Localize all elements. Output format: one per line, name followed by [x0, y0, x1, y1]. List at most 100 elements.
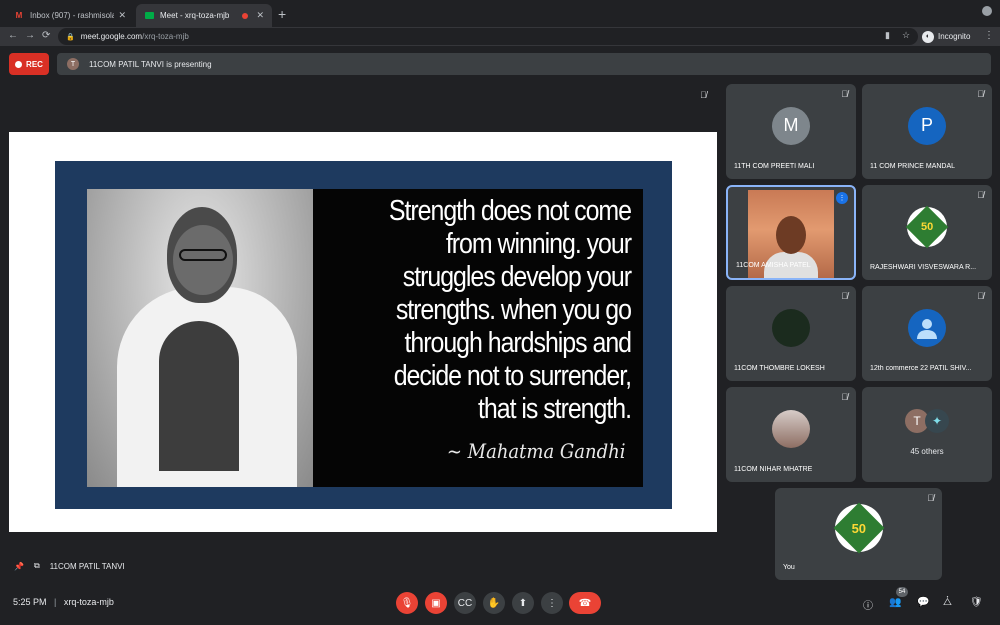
mic-toggle-button[interactable]: 🎙 — [396, 592, 418, 614]
mic-off-icon: 🎙̸ — [700, 90, 707, 100]
participant-name: 12th commerce 22 PATIL SHIV... — [870, 365, 972, 372]
back-icon[interactable]: ← — [8, 30, 18, 41]
quote-text: Strength does not come from winning. you… — [388, 195, 632, 425]
people-icon[interactable]: 👥 — [889, 597, 901, 608]
slide-frame: Strength does not come from winning. you… — [55, 161, 672, 509]
presenting-text: 11COM PATIL TANVI is presenting — [89, 59, 212, 69]
url-host: meet.google.com — [80, 32, 143, 41]
pin-icon[interactable]: 📌 — [14, 562, 24, 571]
mic-off-icon: 🎙̸ — [841, 89, 848, 99]
participant-tile[interactable]: 🎙̸ M 11TH COM PREETI MALI — [726, 84, 856, 179]
participant-tile[interactable]: 🎙̸ 12th commerce 22 PATIL SHIV... — [862, 286, 992, 381]
browser-menu-icon[interactable]: ⋮ — [984, 30, 994, 41]
present-screen-icon: ⧉ — [33, 561, 40, 570]
clock-time: 5:25 PM — [13, 597, 47, 607]
rec-label: REC — [26, 59, 43, 69]
photo-avatar — [772, 409, 810, 448]
tab-title: Meet - xrq-toza-mjb — [160, 11, 230, 20]
avatar: M — [772, 106, 810, 145]
tab-gmail[interactable]: M Inbox (907) - rashmisolanki@g ✕ — [6, 4, 134, 27]
captions-button[interactable]: CC — [454, 592, 476, 614]
participant-name: 11COM THOMBRE LOKESH — [734, 365, 825, 372]
default-user-avatar-icon — [908, 308, 946, 347]
avatar: P — [908, 106, 946, 145]
captions-icon: CC — [457, 597, 473, 609]
presenter-avatar: T — [67, 58, 79, 70]
browser-toolbar: ← → ⟳ 🔒 meet.google.com/xrq-toza-mjb ▮ ☆… — [0, 27, 1000, 46]
presenter-label: 📌 ⧉ 11COM PATIL TANVI — [14, 561, 135, 571]
camera-icon[interactable]: ▮ — [885, 30, 890, 41]
mic-off-icon: 🎙̸ — [977, 89, 984, 99]
participant-name: 11COM NIHAR MHATRE — [734, 466, 813, 473]
mic-off-icon: 🎙 — [400, 597, 414, 609]
camera-off-icon: ▣ — [431, 597, 441, 609]
meeting-info: 5:25 PM | xrq-toza-mjb — [13, 597, 114, 607]
present-icon: ⬆ — [518, 597, 528, 609]
participants-count-badge: 54 — [896, 587, 908, 597]
present-button[interactable]: ⬆ — [512, 592, 534, 614]
reload-icon[interactable]: ⟳ — [42, 30, 50, 41]
window-control-icon[interactable] — [982, 6, 992, 16]
participant-name: You — [783, 564, 795, 571]
new-tab-button[interactable]: + — [278, 6, 286, 22]
incognito-label: Incognito — [938, 32, 971, 41]
quote-author: ~ Mahatma Gandhi — [446, 439, 625, 463]
leave-call-button[interactable]: ☎ — [569, 592, 601, 614]
presentation-screen: Strength does not come from winning. you… — [9, 132, 717, 532]
more-vert-icon: ⋮ — [547, 597, 557, 609]
quote-image: Strength does not come from winning. you… — [87, 189, 643, 487]
school-logo-avatar: 50 — [833, 503, 884, 554]
more-options-button[interactable]: ⋮ — [541, 592, 563, 614]
incognito-indicator[interactable]: ◐ Incognito — [922, 29, 970, 44]
self-tile[interactable]: 🎙̸ 50 You — [775, 488, 942, 580]
browser-tab-bar: M Inbox (907) - rashmisolanki@g ✕ Meet -… — [0, 0, 1000, 27]
presenting-bar: T 11COM PATIL TANVI is presenting — [57, 53, 991, 75]
tab-title: Inbox (907) - rashmisolanki@g — [30, 11, 115, 20]
bookmark-star-icon[interactable]: ☆ — [902, 30, 910, 41]
presenter-name: 11COM PATIL TANVI — [49, 561, 125, 571]
forward-icon[interactable]: → — [25, 30, 35, 41]
participant-name: 11 COM PRINCE MANDAL — [870, 163, 956, 170]
mic-off-icon: 🎙̸ — [841, 392, 848, 402]
school-logo-avatar: 50 — [905, 205, 949, 249]
gandhi-photo — [87, 189, 313, 487]
close-tab-icon[interactable]: ✕ — [118, 10, 126, 21]
meeting-code: xrq-toza-mjb — [63, 597, 114, 607]
participant-tile[interactable]: 🎙̸ P 11 COM PRINCE MANDAL — [862, 84, 992, 179]
mic-off-icon: 🎙̸ — [927, 493, 934, 503]
speaking-indicator-icon: ⋮ — [836, 192, 848, 204]
recording-badge[interactable]: REC — [9, 53, 49, 75]
host-controls-icon[interactable]: 🛡 — [970, 597, 983, 608]
participant-tile-speaking[interactable]: ⋮ 11COM AMISHA PATEL — [726, 185, 856, 280]
participant-tile[interactable]: 🎙̸ 50 RAJESHWARI VISVESWARA R... — [862, 185, 992, 280]
camera-toggle-button[interactable]: ▣ — [425, 592, 447, 614]
participant-tile[interactable]: 🎙̸ 11COM THOMBRE LOKESH — [726, 286, 856, 381]
recording-indicator-icon — [242, 12, 249, 19]
activities-icon[interactable]: ⧊ — [943, 597, 952, 608]
mic-off-icon: 🎙̸ — [977, 190, 984, 200]
url-path: /xrq-toza-mjb — [142, 32, 189, 41]
participant-name: 11COM AMISHA PATEL — [736, 262, 811, 269]
close-tab-icon[interactable]: ✕ — [256, 10, 264, 21]
mic-off-icon: 🎙̸ — [977, 291, 984, 301]
lock-icon: 🔒 — [66, 33, 75, 41]
hand-icon: ✋ — [487, 597, 501, 609]
participant-name: RAJESHWARI VISVESWARA R... — [870, 264, 977, 271]
participant-tile[interactable]: 🎙̸ 11COM NIHAR MHATRE — [726, 387, 856, 482]
mic-off-icon: 🎙̸ — [841, 291, 848, 301]
others-tile[interactable]: T ✦ 45 others — [862, 387, 992, 482]
participant-name: 11TH COM PREETI MALI — [734, 163, 815, 170]
phone-hangup-icon: ☎ — [578, 597, 592, 609]
gmail-icon: M — [15, 11, 23, 20]
avatar — [772, 308, 810, 347]
meet-icon — [144, 11, 154, 21]
raise-hand-button[interactable]: ✋ — [483, 592, 505, 614]
chat-icon[interactable]: 💬 — [917, 597, 929, 608]
others-count: 45 others — [910, 447, 944, 456]
tab-meet[interactable]: Meet - xrq-toza-mjb ✕ — [136, 4, 272, 27]
record-dot-icon — [15, 60, 23, 68]
info-icon[interactable]: ⓘ — [863, 597, 873, 612]
avatar: ✦ — [925, 409, 949, 433]
incognito-icon: ◐ — [922, 30, 934, 43]
address-bar[interactable]: 🔒 meet.google.com/xrq-toza-mjb — [58, 28, 918, 45]
